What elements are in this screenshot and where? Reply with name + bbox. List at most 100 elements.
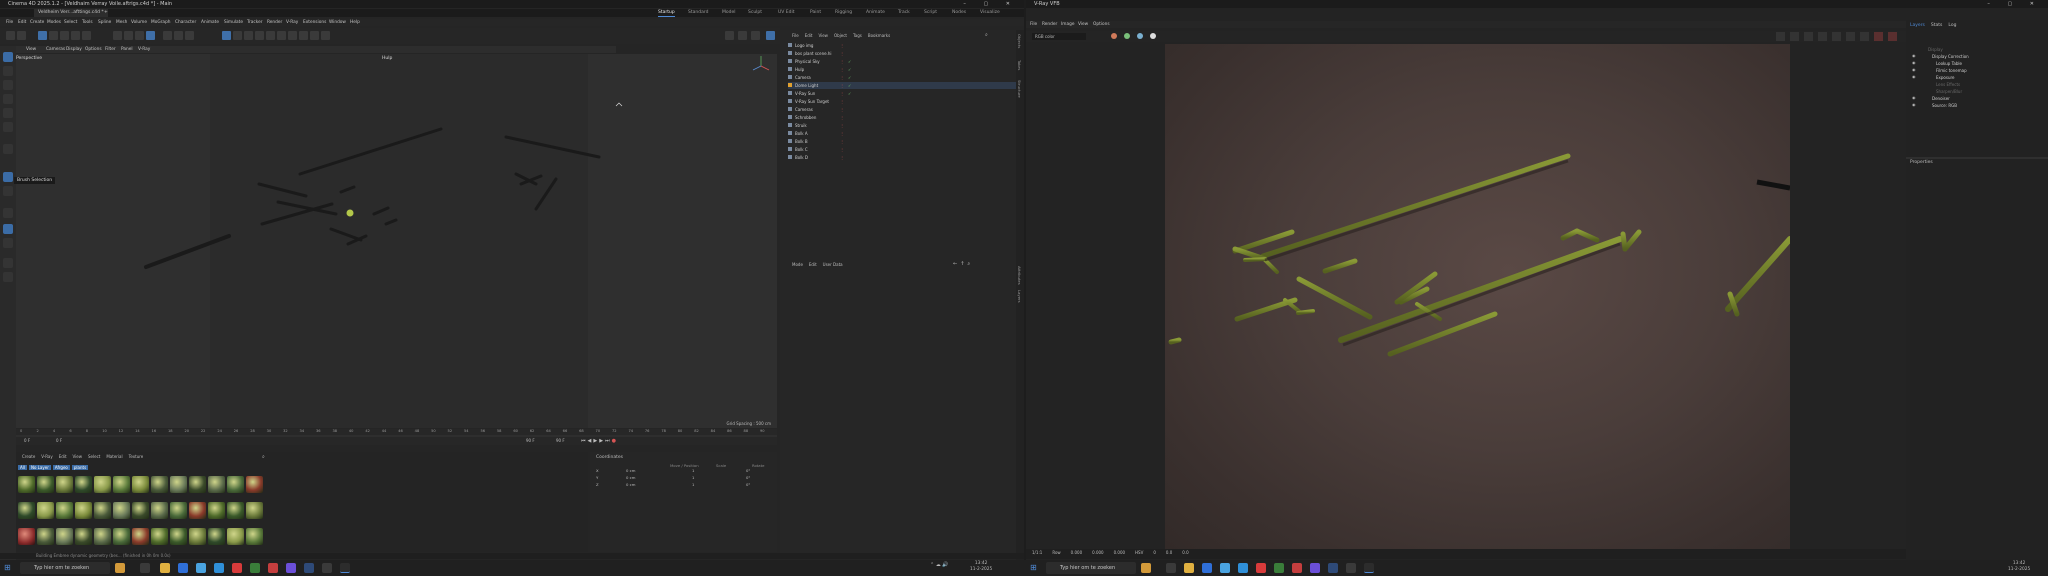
material-swatch[interactable] <box>208 476 225 493</box>
vp-menu-vray[interactable]: V-Ray <box>138 46 150 53</box>
obj-menu-view[interactable]: View <box>818 33 828 38</box>
enabled-check-icon[interactable]: ✓ <box>848 58 851 65</box>
material-swatch[interactable] <box>151 502 168 519</box>
rendered-image[interactable] <box>1165 44 1790 549</box>
visibility-dots-icon[interactable]: ⋮ <box>840 146 844 153</box>
grid-icon[interactable] <box>310 31 319 40</box>
obj-menu-object[interactable]: Object <box>834 33 847 38</box>
lock-icon[interactable] <box>3 272 13 282</box>
enabled-check-icon[interactable]: ✓ <box>848 90 851 97</box>
menu-modes[interactable]: Modes <box>47 19 61 26</box>
layout-tab-rigging[interactable]: Rigging <box>835 9 852 17</box>
object-row[interactable]: Bolk D ⋮ <box>788 154 1016 161</box>
acrobat-icon[interactable] <box>268 563 278 573</box>
side-tab-layers[interactable]: Layers <box>1017 290 1022 303</box>
material-swatch[interactable] <box>75 528 92 545</box>
eye-icon[interactable]: ◉ <box>1912 67 1916 72</box>
material-swatch[interactable] <box>56 502 73 519</box>
mat-menu-view[interactable]: View <box>73 454 83 459</box>
play-icon[interactable]: ▶ <box>593 438 597 444</box>
object-row[interactable]: Bolk A ⋮ <box>788 130 1016 137</box>
visibility-dots-icon[interactable]: ⋮ <box>840 42 844 49</box>
material-swatch[interactable] <box>18 528 35 545</box>
windows-start-icon[interactable]: ⊞ <box>4 563 11 572</box>
taskbar-widget-icon-2[interactable] <box>1141 563 1151 573</box>
material-swatch[interactable] <box>246 502 263 519</box>
z-axis-icon[interactable] <box>135 31 144 40</box>
vp-menu-filter[interactable]: Filter <box>105 46 116 53</box>
visibility-dots-icon[interactable]: ⋮ <box>840 106 844 113</box>
layout-tab-standard[interactable]: Standard <box>688 9 708 17</box>
goto-start-icon[interactable]: ⏮ <box>581 438 586 444</box>
material-swatch[interactable] <box>94 528 111 545</box>
layout-tab-sculpt[interactable]: Sculpt <box>748 9 762 17</box>
vfb-window-controls[interactable]: – ▢ ✕ <box>1987 0 2042 8</box>
coords-field[interactable]: 0 cm <box>626 468 635 473</box>
attr-menu-mode[interactable]: Mode <box>792 262 803 267</box>
visibility-dots-icon[interactable]: ⋮ <box>840 154 844 161</box>
material-swatch[interactable] <box>56 528 73 545</box>
mat-menu-vray[interactable]: V-Ray <box>41 454 52 459</box>
menu-mesh[interactable]: Mesh <box>116 19 127 26</box>
coords-field[interactable]: 0° <box>746 482 750 487</box>
visibility-dots-icon[interactable]: ⋮ <box>840 50 844 57</box>
stop-render-icon[interactable] <box>1874 32 1883 41</box>
snap-icon[interactable] <box>321 31 330 40</box>
menu-window[interactable]: Window <box>329 19 346 26</box>
pen-icon[interactable] <box>233 31 242 40</box>
visibility-dots-icon[interactable]: ⋮ <box>840 130 844 137</box>
material-swatch[interactable] <box>227 502 244 519</box>
vfb-layer-row[interactable]: Lens Effects <box>1936 81 1960 88</box>
render-region-icon[interactable] <box>1776 32 1785 41</box>
obj-menu-tags[interactable]: Tags <box>853 33 862 38</box>
material-swatch[interactable] <box>18 502 35 519</box>
floor-icon[interactable] <box>277 31 286 40</box>
mail-icon-2[interactable] <box>1238 563 1248 573</box>
viewport-layout-icon[interactable] <box>725 31 734 40</box>
store-icon-2[interactable] <box>1220 563 1230 573</box>
frame-end-preview[interactable]: 90 F <box>556 438 565 443</box>
material-swatch[interactable] <box>227 476 244 493</box>
coords-field[interactable]: 0° <box>746 468 750 473</box>
layout-tab-paint[interactable]: Paint <box>810 9 821 17</box>
tab-log[interactable]: Log <box>1948 23 1956 28</box>
eye-icon[interactable]: ◉ <box>1912 60 1916 65</box>
obj-menu-file[interactable]: File <box>792 33 799 38</box>
mat-menu-select[interactable]: Select <box>88 454 100 459</box>
material-swatch[interactable] <box>75 502 92 519</box>
cinema4d-taskbar-icon-2[interactable] <box>1346 563 1356 573</box>
material-swatch[interactable] <box>189 502 206 519</box>
taskbar-widget-icon[interactable] <box>115 563 125 573</box>
material-swatch[interactable] <box>37 528 54 545</box>
vray-taskbar-icon[interactable] <box>340 563 350 573</box>
attr-menu-edit[interactable]: Edit <box>809 262 817 267</box>
rotate-tool-icon[interactable] <box>71 31 80 40</box>
visibility-dots-icon[interactable]: ⋮ <box>840 66 844 73</box>
photoshop-icon-2[interactable] <box>1310 563 1320 573</box>
new-document-tab[interactable]: + <box>100 9 112 17</box>
material-swatch[interactable] <box>208 528 225 545</box>
mat-menu-edit[interactable]: Edit <box>59 454 67 459</box>
undo-icon[interactable] <box>6 31 15 40</box>
layout-tab-model[interactable]: Model <box>722 9 736 17</box>
cube-icon[interactable] <box>222 31 231 40</box>
edge-mode-icon[interactable] <box>3 108 13 118</box>
vray-taskbar-icon-2[interactable] <box>1364 563 1374 573</box>
eye-icon[interactable]: ◉ <box>1912 102 1916 107</box>
material-swatch[interactable] <box>75 476 92 493</box>
panel-divider[interactable] <box>1906 157 2048 159</box>
menu-edit[interactable]: Edit <box>18 19 26 26</box>
render-settings-icon[interactable] <box>185 31 194 40</box>
object-row[interactable]: V-Ray Sun Target ⋮ <box>788 98 1016 105</box>
compare-icon[interactable] <box>1804 32 1813 41</box>
mat-menu-material[interactable]: Material <box>106 454 122 459</box>
coords-field[interactable]: 1 <box>692 468 694 473</box>
material-swatch[interactable] <box>246 528 263 545</box>
coords-field[interactable]: 0 cm <box>626 475 635 480</box>
attribute-search-icon[interactable]: ⌕ <box>967 261 970 267</box>
side-tab-takes[interactable]: Takes <box>1017 60 1022 70</box>
green-channel-icon[interactable] <box>1124 33 1130 39</box>
task-view-icon[interactable] <box>140 563 150 573</box>
vfb-layer-row[interactable]: Display <box>1928 46 1943 53</box>
menu-select[interactable]: Select <box>64 19 77 26</box>
